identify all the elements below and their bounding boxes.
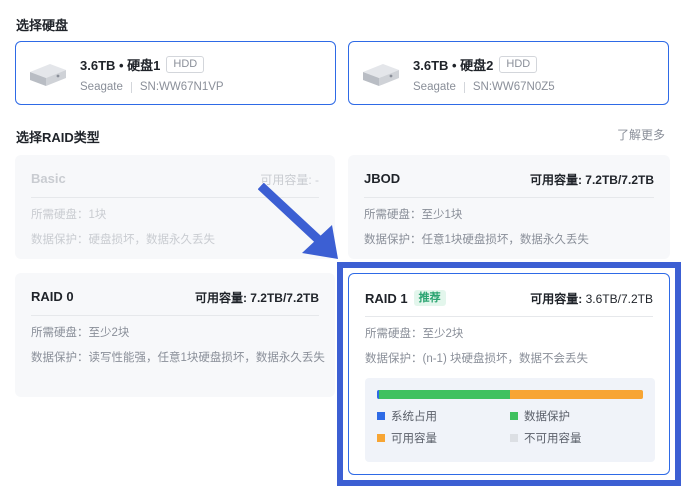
hdd-icon [361, 60, 401, 93]
capacity-value: 7.2TB/7.2TB [585, 173, 654, 187]
disk-serial: SN:WW67N1VP [139, 81, 224, 93]
hdd-tag: HDD [166, 56, 205, 73]
raid-capacity: 可用容量: 3.6TB/7.2TB [530, 290, 653, 307]
capacity-label: 可用容量: [194, 291, 251, 305]
usage-bar-segment [378, 390, 510, 399]
legend-unavailable: 不可用容量 [510, 430, 582, 446]
divider [130, 81, 132, 93]
learn-more-link[interactable]: 了解更多 [617, 126, 665, 143]
raid-requirement: 所需硬盘：至少2块 [365, 328, 464, 340]
legend-label: 数据保护 [524, 411, 570, 423]
divider [365, 316, 653, 317]
raid-capacity: 可用容量: 7.2TB/7.2TB [195, 289, 319, 306]
disk-name: 3.6TB • 硬盘1 [80, 58, 161, 73]
raid-card-jbod[interactable]: JBOD 可用容量: 7.2TB/7.2TB 所需硬盘：至少1块 数据保护：任意… [348, 155, 670, 259]
raid-section-title: 选择RAID类型 [16, 130, 100, 145]
capacity-value: 7.2TB/7.2TB [250, 291, 319, 305]
disk-title: 3.6TB • 硬盘1 HDD [80, 55, 205, 74]
legend-label: 不可用容量 [524, 433, 582, 445]
disk-serial: SN:WW67N0Z5 [472, 81, 555, 93]
raid-name: JBOD [364, 171, 401, 186]
legend-system: 系统占用 [377, 408, 437, 424]
raid-requirement: 所需硬盘：至少1块 [364, 209, 463, 221]
raid-card-raid1[interactable]: RAID 1 推荐 可用容量: 3.6TB/7.2TB 所需硬盘：至少2块 数据… [348, 273, 670, 475]
capacity-label: 可用容量: [530, 292, 586, 306]
recommended-badge: 推荐 [413, 290, 446, 306]
capacity-usage-panel: 系统占用 数据保护 可用容量 不可用容量 [365, 378, 655, 462]
usage-bar-segment [509, 390, 643, 399]
disk-section-title: 选择硬盘 [16, 18, 69, 33]
hdd-icon [28, 60, 68, 93]
divider [463, 81, 465, 93]
raid-name-text: RAID 1 [365, 290, 408, 306]
legend-swatch [510, 412, 518, 420]
divider [31, 315, 319, 316]
disk-brand: Seagate [413, 81, 456, 93]
raid-card-raid0[interactable]: RAID 0 可用容量: 7.2TB/7.2TB 所需硬盘：至少2块 数据保护：… [15, 273, 335, 397]
raid-name: RAID 0 [31, 289, 74, 304]
disk-card-2[interactable]: 3.6TB • 硬盘2 HDD Seagate SN:WW67N0Z5 [348, 41, 669, 105]
legend-swatch [510, 434, 518, 442]
disk-name: 3.6TB • 硬盘2 [413, 58, 494, 73]
divider [364, 197, 654, 198]
raid-name: Basic [31, 171, 66, 186]
legend-swatch [377, 412, 385, 420]
disk-title: 3.6TB • 硬盘2 HDD [413, 55, 538, 74]
arrow-icon [257, 182, 344, 268]
raid-capacity: 可用容量: 7.2TB/7.2TB [530, 171, 654, 188]
hdd-tag: HDD [499, 56, 538, 73]
legend-available: 可用容量 [377, 430, 437, 446]
legend-swatch [377, 434, 385, 442]
raid-protection: 数据保护：任意1块硬盘损坏，数据永久丢失 [364, 234, 589, 246]
legend-protection: 数据保护 [510, 408, 570, 424]
disk-subtitle: Seagate SN:WW67N1VP [80, 81, 224, 93]
raid-protection: 数据保护：(n-1) 块硬盘损坏，数据不会丢失 [365, 353, 588, 365]
legend-label: 系统占用 [391, 411, 437, 423]
capacity-label: 可用容量: [529, 173, 586, 187]
disk-brand: Seagate [80, 81, 123, 93]
capacity-usage-bar [377, 390, 643, 399]
raid-protection: 数据保护：读写性能强，任意1块硬盘损坏，数据永久丢失 [31, 352, 325, 364]
disk-subtitle: Seagate SN:WW67N0Z5 [413, 81, 555, 93]
legend-label: 可用容量 [391, 433, 437, 445]
disk-card-1[interactable]: 3.6TB • 硬盘1 HDD Seagate SN:WW67N1VP [15, 41, 336, 105]
raid-requirement: 所需硬盘：至少2块 [31, 327, 130, 339]
raid-name: RAID 1 推荐 [365, 290, 446, 306]
capacity-value: 3.6TB/7.2TB [585, 292, 653, 306]
